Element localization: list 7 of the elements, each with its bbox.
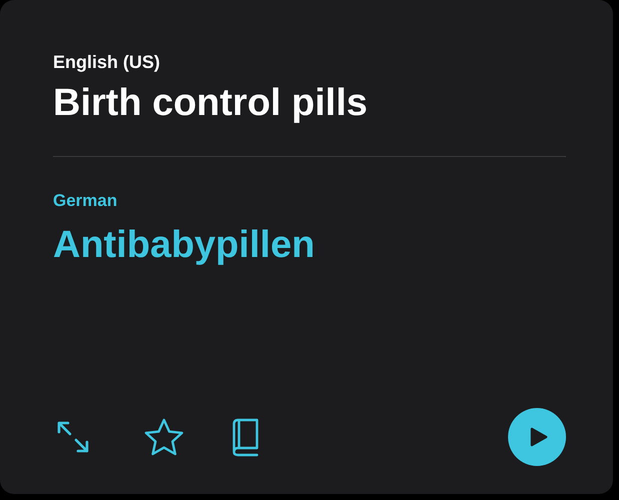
translation-text: Antibabypillen	[53, 223, 315, 268]
target-language: German	[53, 190, 118, 212]
expand-icon[interactable]	[55, 419, 91, 455]
source-language: English (US)	[53, 51, 160, 74]
source-text: Birth control pills	[53, 81, 368, 126]
play-icon	[530, 427, 548, 447]
star-icon[interactable]	[143, 417, 185, 457]
